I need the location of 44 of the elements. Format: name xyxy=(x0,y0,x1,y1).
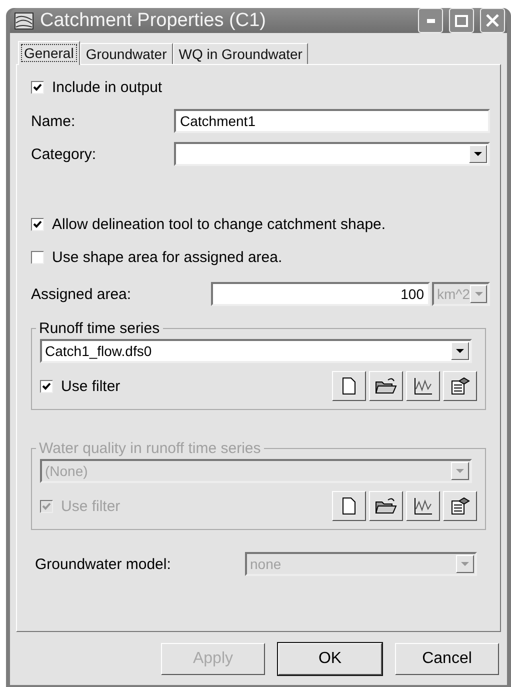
folder-icon xyxy=(375,377,397,395)
window-title: Catchment Properties (C1) xyxy=(40,10,267,32)
checkbox[interactable] xyxy=(31,81,44,94)
name-field[interactable]: Catchment1 xyxy=(174,109,490,133)
field-label: Assigned area: xyxy=(31,286,132,302)
dialog-button[interactable]: OK xyxy=(278,643,382,675)
checkbox-label: Use filter xyxy=(61,498,120,514)
area-field[interactable]: 100 xyxy=(211,282,430,306)
field-label: Name: xyxy=(31,112,76,130)
new-file-button[interactable] xyxy=(332,371,366,401)
checkbox-label: Use shape area for assigned area. xyxy=(52,249,282,266)
chart-button[interactable] xyxy=(406,371,440,401)
field-label: Groundwater model: xyxy=(34,556,172,572)
properties-button[interactable] xyxy=(443,371,477,401)
checkbox-label: Include in output xyxy=(52,79,162,96)
maximize-button[interactable] xyxy=(449,8,474,33)
tab[interactable]: WQ in Groundwater xyxy=(172,43,308,64)
properties-icon xyxy=(450,497,470,515)
document-icon xyxy=(341,497,357,515)
checkbox-label: Allow delineation tool to change catchment shape. xyxy=(52,216,386,233)
tab[interactable]: Groundwater xyxy=(80,43,173,64)
open-folder-button[interactable] xyxy=(369,371,403,401)
checkbox[interactable] xyxy=(40,380,53,392)
app-icon xyxy=(14,12,34,30)
chart-icon xyxy=(413,377,433,395)
folder-icon xyxy=(375,497,397,515)
checkbox[interactable] xyxy=(31,251,44,264)
close-icon xyxy=(486,14,499,27)
maximize-icon xyxy=(455,14,468,26)
category-dropdown[interactable] xyxy=(174,142,490,166)
checkbox[interactable] xyxy=(31,218,44,231)
chart-icon xyxy=(413,497,433,515)
properties-icon xyxy=(450,377,470,395)
time-series-dropdown[interactable]: Catch1_flow.dfs0 xyxy=(40,339,472,363)
dialog-button[interactable]: Cancel xyxy=(395,643,499,675)
checkbox-label: Use filter xyxy=(61,378,120,394)
minimize-icon xyxy=(426,18,434,22)
group-title: Runoff time series xyxy=(38,320,161,337)
field-label: Category: xyxy=(31,146,98,162)
document-icon xyxy=(341,377,357,395)
minimize-button[interactable] xyxy=(418,8,443,33)
group-title: Water quality in runoff time series xyxy=(38,440,262,457)
close-button[interactable] xyxy=(480,8,505,33)
tab[interactable]: General xyxy=(18,41,80,65)
